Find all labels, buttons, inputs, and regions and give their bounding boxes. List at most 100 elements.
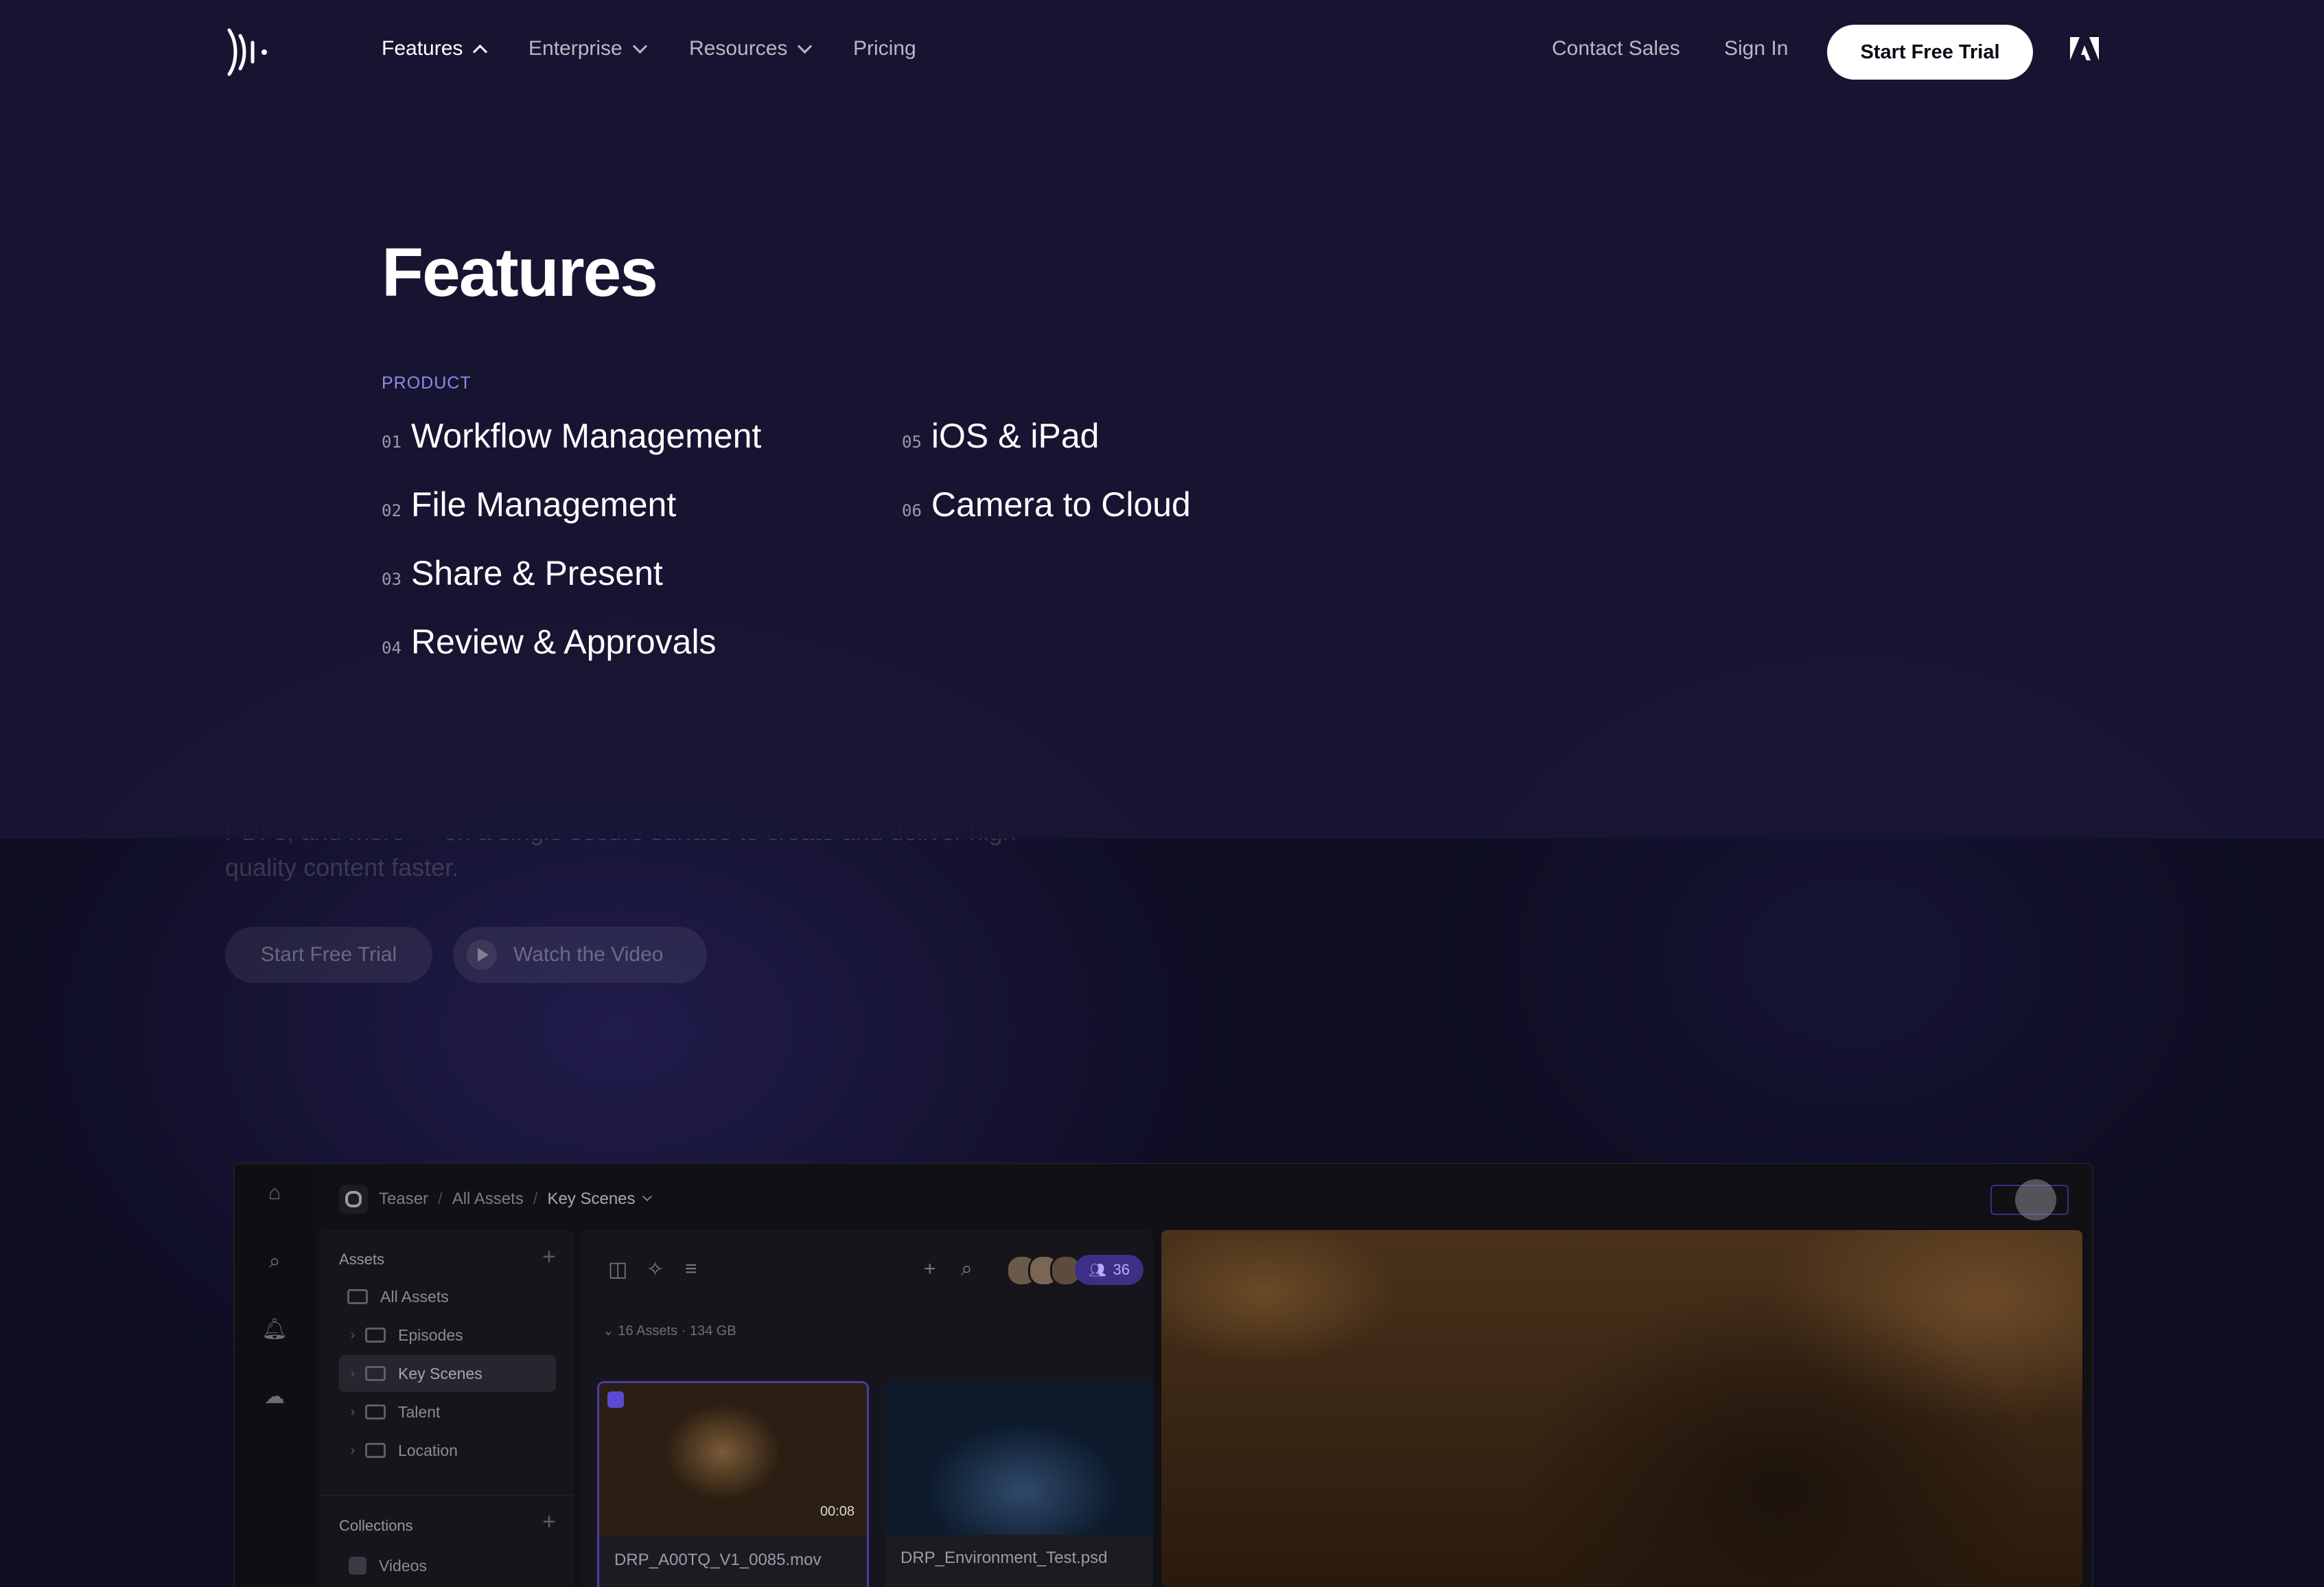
features-dropdown: Features PRODUCT 01 Workflow Management … xyxy=(0,0,2324,839)
nav-sign-in[interactable]: Sign In xyxy=(1724,37,1788,60)
chevron-right-icon[interactable]: › xyxy=(346,1328,360,1343)
sidebar-item-label: Talent xyxy=(398,1402,441,1421)
sidebar-item-episodes[interactable]: › Episodes xyxy=(339,1317,556,1354)
nav-label: Features xyxy=(382,37,463,60)
add-icon[interactable]: + xyxy=(924,1258,936,1281)
asset-filename: DRP_A00TQ_V1_0085.mov xyxy=(614,1551,822,1569)
assets-count: 16 Assets xyxy=(618,1323,678,1339)
menu-item-number: 01 xyxy=(382,432,402,452)
sidebar-item-key-scenes[interactable]: › Key Scenes xyxy=(339,1355,556,1392)
hero-start-trial-button[interactable]: Start Free Trial xyxy=(225,927,432,983)
layout-icon[interactable]: ◫ xyxy=(608,1258,627,1282)
sidebar-item-all-assets[interactable]: All Assets xyxy=(339,1278,556,1315)
menu-item-label: Review & Approvals xyxy=(410,623,717,661)
breadcrumb-separator: / xyxy=(438,1190,443,1208)
checkbox-checked[interactable] xyxy=(607,1391,624,1408)
menu-item-number: 04 xyxy=(382,638,402,658)
chevron-right-icon[interactable]: › xyxy=(346,1366,360,1382)
breadcrumb-all-assets[interactable]: All Assets xyxy=(452,1190,524,1209)
sidebar-item-label: Location xyxy=(398,1441,458,1459)
video-preview[interactable] xyxy=(1161,1230,2082,1587)
nav-contact-sales[interactable]: Contact Sales xyxy=(1552,37,1680,60)
menu-item-review-approvals[interactable]: 04 Review & Approvals xyxy=(382,622,717,662)
sidebar-item-label: Key Scenes xyxy=(398,1364,483,1382)
chevron-up-icon xyxy=(473,44,488,59)
asset-card[interactable]: 00:08 DRP_A00TQ_V1_0085.mov xyxy=(597,1381,869,1587)
hero-description-line-2: quality content faster. xyxy=(225,853,459,881)
asset-grid: ◫ ✧ ≡ + ⌕ 👥︎ 36 ⌄ 16 Assets · 134 GB 00:… xyxy=(581,1230,1153,1587)
menu-item-label: File Management xyxy=(410,485,677,524)
sidebar-item-location[interactable]: › Location xyxy=(339,1432,556,1469)
add-collection-icon[interactable]: + xyxy=(542,1509,556,1536)
separator-dot: · xyxy=(681,1323,690,1339)
adobe-logo-icon[interactable] xyxy=(2070,37,2099,65)
collection-icon xyxy=(349,1557,367,1575)
home-icon[interactable]: ⌂ xyxy=(262,1181,287,1205)
app-mockup: ⌂ ⌕ 🔔︎ ☁ Teaser / All Assets / Key Scene… xyxy=(233,1163,2093,1587)
assets-heading: Assets xyxy=(339,1251,385,1268)
sidebar-item-label: All Assets xyxy=(380,1287,449,1306)
member-avatars[interactable] xyxy=(1006,1255,1082,1286)
sidebar-item-label: Videos xyxy=(379,1556,427,1575)
sidebar-item-label: Episodes xyxy=(398,1325,463,1344)
hero-watch-video-button[interactable]: Watch the Video xyxy=(453,927,707,983)
breadcrumb-current[interactable]: Key Scenes xyxy=(547,1190,635,1209)
folder-icon xyxy=(365,1404,386,1420)
asset-thumbnail xyxy=(885,1381,1153,1535)
nav-label: Enterprise xyxy=(528,37,623,60)
upload-cloud-icon[interactable]: ☁ xyxy=(262,1384,287,1409)
chevron-down-icon xyxy=(798,38,813,54)
asset-card[interactable]: DRP_Environment_Test.psd xyxy=(885,1381,1153,1587)
chevron-right-icon[interactable]: › xyxy=(346,1404,360,1420)
menu-item-number: 03 xyxy=(382,570,402,589)
project-icon xyxy=(339,1185,368,1214)
member-count-badge[interactable]: 👥︎ 36 xyxy=(1075,1255,1143,1285)
start-free-trial-button[interactable]: Start Free Trial xyxy=(1827,25,2033,80)
bell-icon[interactable]: 🔔︎ xyxy=(262,1317,288,1341)
menu-item-label: Workflow Management xyxy=(410,417,762,455)
users-icon: 👥︎ xyxy=(1089,1262,1106,1278)
assets-summary[interactable]: ⌄ 16 Assets · 134 GB xyxy=(603,1322,736,1339)
nav-resources[interactable]: Resources xyxy=(689,37,813,60)
sidebar-item-videos[interactable]: Videos xyxy=(339,1547,556,1584)
search-icon[interactable]: ⌕ xyxy=(262,1249,287,1274)
collections-heading: Collections xyxy=(339,1517,413,1534)
menu-item-file-management[interactable]: 02 File Management xyxy=(382,485,676,524)
top-nav: Features Enterprise Resources Pricing Co… xyxy=(0,0,2324,103)
menu-section-label: PRODUCT xyxy=(382,373,472,393)
folder-icon xyxy=(365,1328,386,1343)
menu-item-camera-to-cloud[interactable]: 06 Camera to Cloud xyxy=(902,485,1191,524)
layout-toggle[interactable] xyxy=(1990,1179,2069,1220)
nav-enterprise[interactable]: Enterprise xyxy=(528,37,647,60)
member-count: 36 xyxy=(1113,1261,1130,1278)
menu-item-share-present[interactable]: 03 Share & Present xyxy=(382,553,663,593)
sidebar-item-talent[interactable]: › Talent xyxy=(339,1393,556,1430)
folder-icon xyxy=(365,1366,386,1381)
divider xyxy=(320,1495,574,1496)
menu-item-number: 02 xyxy=(382,501,402,520)
brand-logo-icon[interactable] xyxy=(225,27,270,77)
chevron-right-icon[interactable]: › xyxy=(346,1443,360,1459)
nav-features[interactable]: Features xyxy=(382,37,488,60)
menu-item-ios-ipad[interactable]: 05 iOS & iPad xyxy=(902,416,1099,456)
nav-pricing[interactable]: Pricing xyxy=(853,37,916,60)
menu-item-label: Share & Present xyxy=(410,554,663,592)
folder-icon xyxy=(365,1443,386,1458)
breadcrumb-project[interactable]: Teaser xyxy=(379,1190,428,1209)
add-asset-icon[interactable]: + xyxy=(542,1244,556,1271)
chevron-down-icon xyxy=(632,38,647,54)
app-icon-rail: ⌂ ⌕ 🔔︎ ☁ xyxy=(235,1164,314,1587)
list-icon[interactable]: ≡ xyxy=(685,1258,697,1281)
menu-item-workflow-management[interactable]: 01 Workflow Management xyxy=(382,416,761,456)
sparkle-sort-icon[interactable]: ✧ xyxy=(647,1258,664,1282)
breadcrumb-separator: / xyxy=(533,1190,538,1208)
breadcrumb: Teaser / All Assets / Key Scenes xyxy=(339,1185,652,1214)
chevron-down-icon[interactable] xyxy=(642,1191,652,1202)
menu-title: Features xyxy=(382,234,658,311)
menu-item-label: iOS & iPad xyxy=(931,417,1100,455)
menu-item-label: Camera to Cloud xyxy=(931,485,1191,524)
hero-watch-video-label: Watch the Video xyxy=(513,943,664,966)
search-icon[interactable]: ⌕ xyxy=(961,1258,973,1281)
menu-item-number: 05 xyxy=(902,432,922,452)
toggle-knob[interactable] xyxy=(2015,1179,2056,1220)
